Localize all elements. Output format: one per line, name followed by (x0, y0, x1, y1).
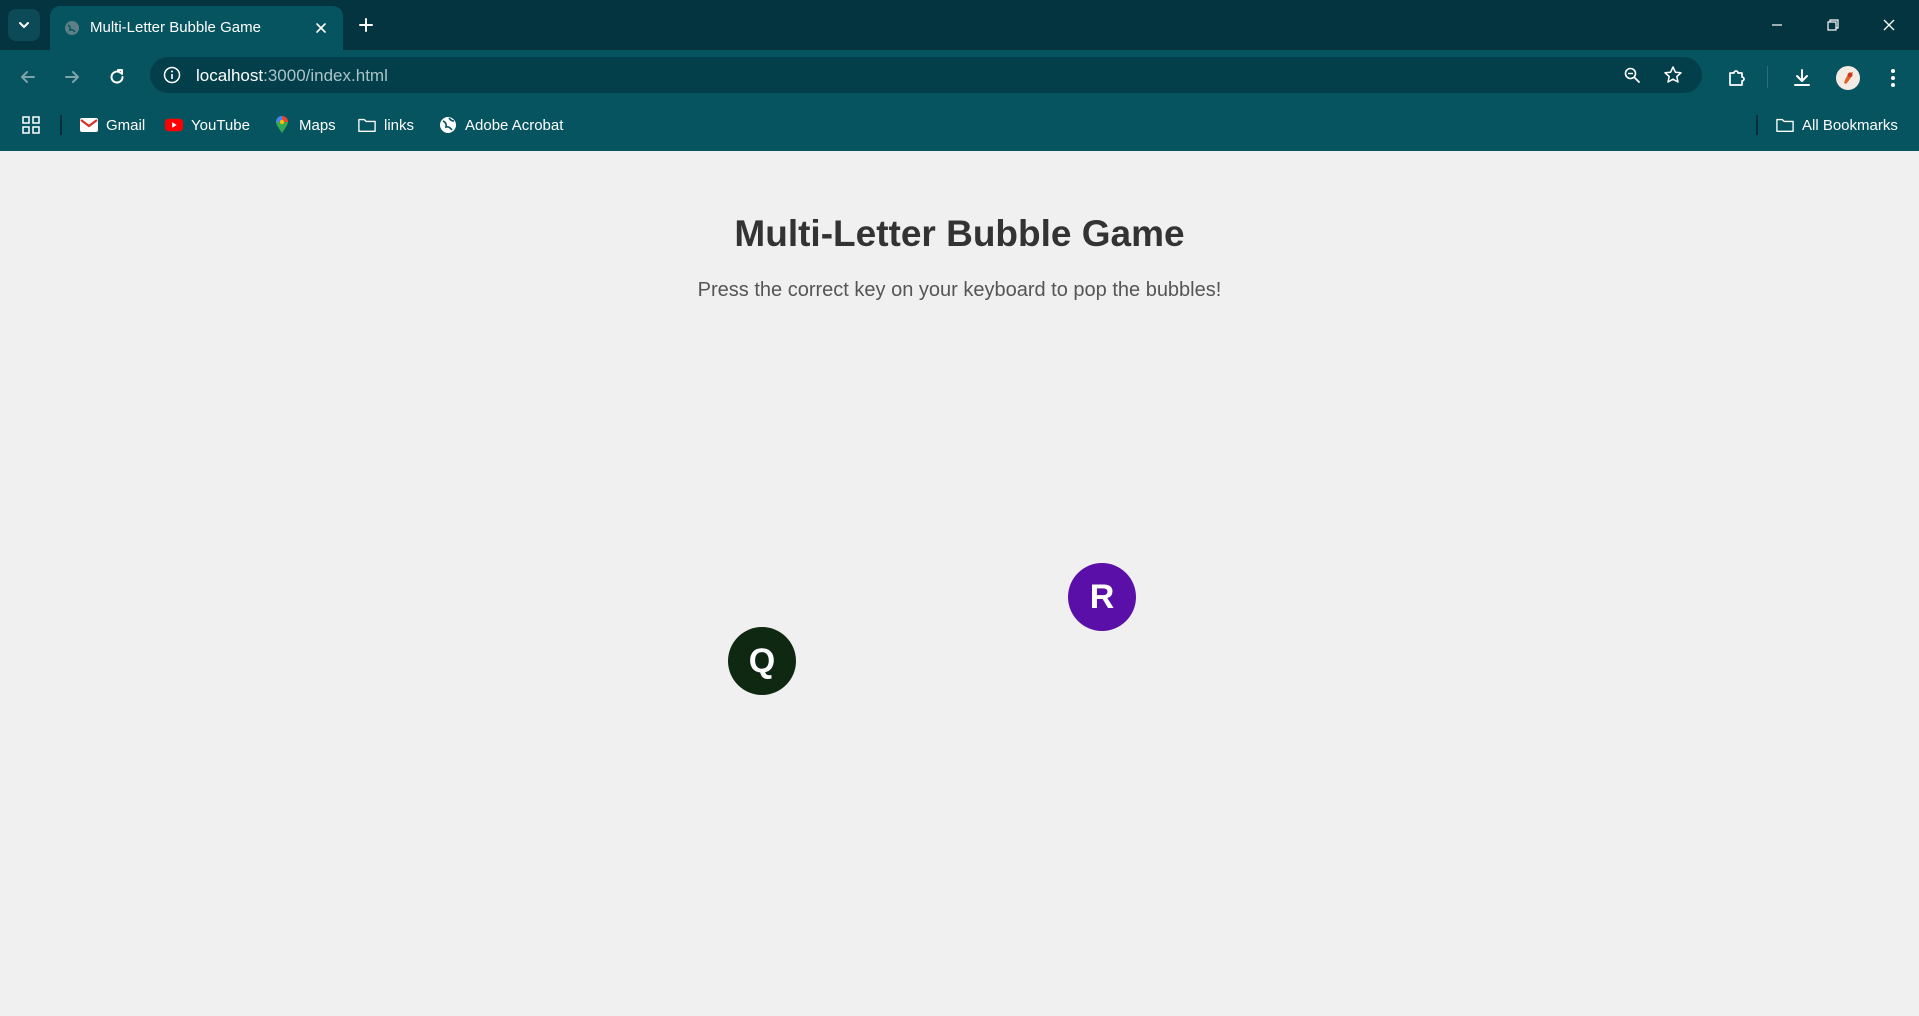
page-title: Multi-Letter Bubble Game (734, 213, 1185, 254)
all-bookmarks-button[interactable]: All Bookmarks (1776, 113, 1898, 137)
url-path: :3000/index.html (263, 66, 388, 85)
tab-title: Multi-Letter Bubble Game (90, 19, 261, 36)
browser-titlebar: Multi-Letter Bubble Game (0, 0, 1919, 50)
bookmark-links[interactable]: links (358, 113, 414, 137)
bookmark-maps[interactable]: Maps (273, 113, 336, 137)
apps-icon[interactable] (22, 113, 40, 137)
bookmark-label: YouTube (191, 116, 250, 134)
zoom-icon[interactable] (1622, 65, 1642, 85)
forward-button[interactable] (56, 61, 88, 93)
tab-search-button[interactable] (8, 9, 40, 41)
chevron-down-icon (17, 18, 31, 32)
star-icon[interactable] (1663, 65, 1683, 85)
bookmark-youtube[interactable]: YouTube (165, 113, 250, 137)
browser-toolbar: localhost:3000/index.html (0, 50, 1919, 100)
bookmark-gmail[interactable]: Gmail (80, 113, 145, 137)
maps-icon (273, 116, 291, 134)
bubble-letter: R (1089, 577, 1115, 616)
extensions-icon[interactable] (1724, 65, 1750, 91)
bookmark-label: Maps (299, 116, 336, 134)
globe-icon (64, 20, 80, 36)
reload-button[interactable] (101, 61, 133, 93)
minimize-button[interactable] (1754, 8, 1800, 42)
tab-close-button[interactable] (311, 18, 331, 38)
game-page: Multi-Letter Bubble Game Press the corre… (0, 151, 1919, 1016)
new-tab-button[interactable] (354, 13, 378, 37)
bookmarks-divider (1756, 115, 1758, 135)
restore-button[interactable] (1810, 8, 1856, 42)
close-window-button[interactable] (1866, 8, 1912, 42)
bookmark-label: Gmail (106, 116, 146, 134)
url-host: localhost (196, 66, 264, 85)
bubble-letter: Q (748, 641, 776, 680)
folder-icon (358, 116, 376, 134)
profile-avatar[interactable] (1835, 65, 1861, 91)
letter-bubble-r[interactable]: R (1068, 563, 1136, 631)
tab-active[interactable]: Multi-Letter Bubble Game (50, 6, 343, 50)
toolbar-divider (1767, 66, 1768, 88)
gmail-icon (80, 116, 98, 134)
folder-icon (1776, 116, 1794, 134)
bookmark-adobe-acrobat[interactable]: Adobe Acrobat (439, 113, 563, 137)
all-bookmarks-label: All Bookmarks (1802, 116, 1898, 134)
url-text[interactable]: localhost:3000/index.html (196, 66, 388, 86)
letter-bubble-q[interactable]: Q (728, 627, 796, 695)
bookmark-label: links (384, 116, 415, 134)
globe-icon (439, 116, 457, 134)
page-instructions: Press the correct key on your keyboard t… (697, 279, 1222, 301)
back-button[interactable] (12, 61, 44, 93)
site-info-icon[interactable] (162, 65, 182, 85)
bookmark-label: Adobe Acrobat (465, 116, 564, 134)
youtube-icon (165, 116, 183, 134)
bookmarks-bar: Gmail YouTube Maps links Adobe Acrobat A… (0, 100, 1919, 151)
address-bar[interactable]: localhost:3000/index.html (150, 57, 1702, 93)
download-icon[interactable] (1789, 65, 1815, 91)
menu-icon[interactable] (1880, 65, 1906, 91)
bookmarks-divider (60, 115, 62, 135)
